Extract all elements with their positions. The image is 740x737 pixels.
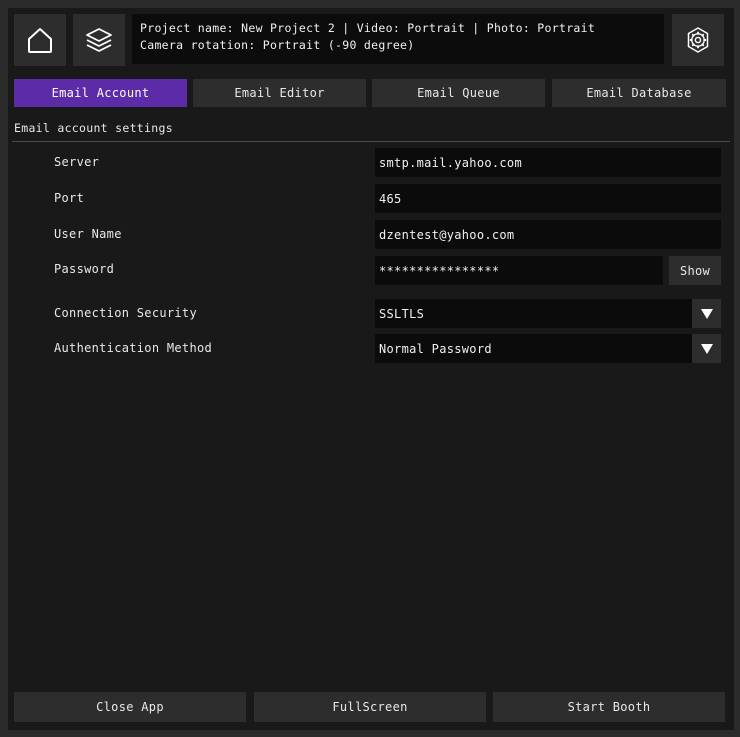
authentication-method-label: Authentication Method (54, 341, 213, 355)
server-input[interactable]: smtp.mail.yahoo.com (375, 148, 721, 177)
connection-security-select[interactable]: SSLTLS (375, 299, 721, 328)
project-info-line: Project name: New Project 2 | Video: Por… (140, 21, 596, 35)
authentication-method-select[interactable]: Normal Password (375, 334, 721, 363)
main-panel: Project name: New Project 2 | Video: Por… (8, 8, 734, 730)
home-button[interactable] (14, 14, 66, 66)
user-name-input[interactable]: dzentest@yahoo.com (375, 220, 721, 249)
chevron-down-icon (700, 343, 713, 354)
server-label: Server (54, 155, 100, 169)
user-name-label: User Name (54, 227, 122, 241)
port-label: Port (54, 191, 85, 205)
password-input[interactable]: **************** (375, 256, 663, 285)
layers-button[interactable] (73, 14, 125, 66)
app-window: Project name: New Project 2 | Video: Por… (0, 0, 740, 737)
camera-rotation-line: Camera rotation: Portrait (-90 degree) (140, 38, 415, 52)
tab-email-queue[interactable]: Email Queue (372, 79, 545, 107)
tab-bar: Email Account Email Editor Email Queue E… (14, 79, 726, 107)
project-info: Project name: New Project 2 | Video: Por… (132, 14, 664, 64)
close-app-button[interactable]: Close App (14, 692, 246, 722)
password-label: Password (54, 262, 115, 276)
tab-email-editor[interactable]: Email Editor (193, 79, 366, 107)
connection-security-value: SSLTLS (379, 306, 425, 321)
tab-email-account[interactable]: Email Account (14, 79, 187, 107)
home-icon (25, 25, 55, 55)
settings-button[interactable] (672, 14, 724, 66)
dropdown-button[interactable] (692, 334, 721, 363)
show-password-button[interactable]: Show (669, 256, 721, 285)
gear-icon (683, 25, 713, 55)
start-booth-button[interactable]: Start Booth (493, 692, 725, 722)
authentication-method-value: Normal Password (379, 341, 492, 356)
layers-icon (84, 25, 114, 55)
dropdown-button[interactable] (692, 299, 721, 328)
port-input[interactable]: 465 (375, 184, 721, 213)
tab-email-database[interactable]: Email Database (552, 79, 726, 107)
section-title: Email account settings (14, 121, 173, 135)
chevron-down-icon (700, 308, 713, 319)
divider (12, 141, 730, 142)
fullscreen-button[interactable]: FullScreen (254, 692, 486, 722)
connection-security-label: Connection Security (54, 306, 197, 320)
